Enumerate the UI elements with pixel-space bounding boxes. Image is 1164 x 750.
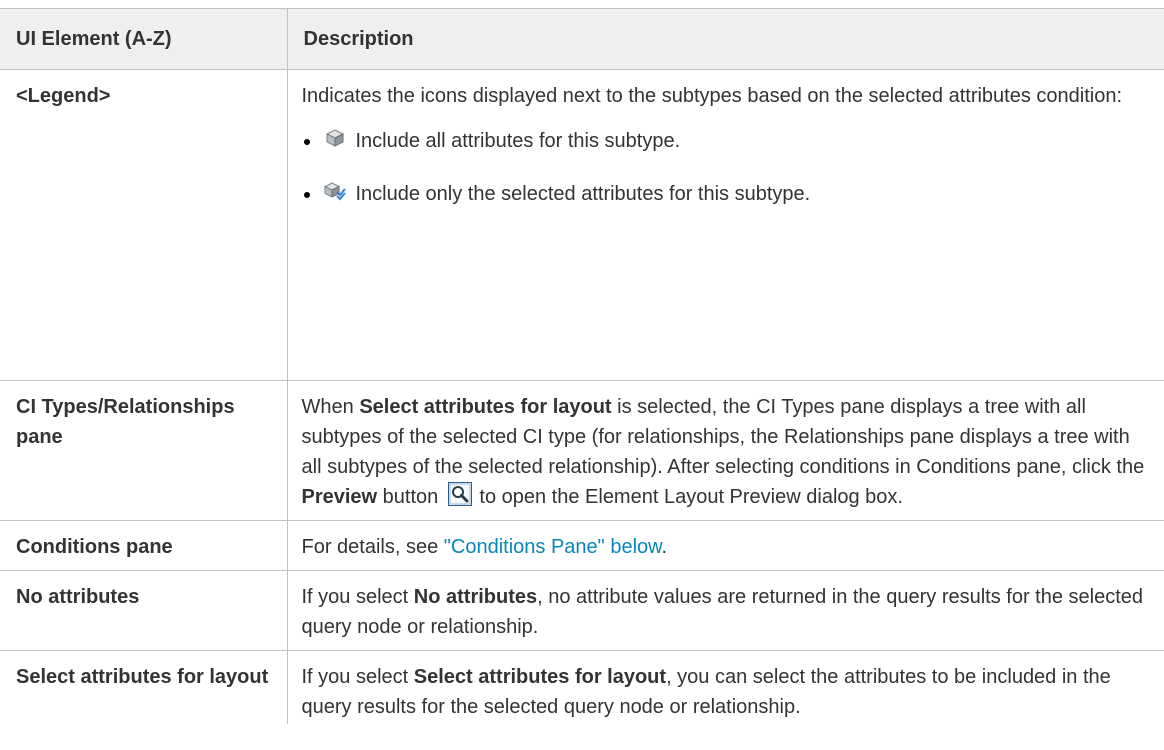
desc-text: For details, see bbox=[301, 536, 444, 558]
column-header-description: Description bbox=[286, 8, 1164, 70]
term-legend: <Legend> bbox=[0, 69, 288, 381]
cube-icon bbox=[324, 128, 346, 148]
description-no-attributes: If you select No attributes, no attribut… bbox=[286, 570, 1164, 651]
legend-list: Include all attributes for this subtype. bbox=[302, 126, 1151, 209]
desc-text: button bbox=[377, 486, 444, 508]
description-ci-types: When Select attributes for layout is sel… bbox=[286, 380, 1164, 521]
preview-magnifier-icon bbox=[447, 482, 472, 506]
bullet-dot bbox=[303, 192, 310, 198]
ui-element-table: UI Element (A-Z) Description <Legend> In… bbox=[0, 8, 1164, 724]
term-no-attributes: No attributes bbox=[0, 570, 288, 651]
legend-item-all-attributes: Include all attributes for this subtype. bbox=[302, 126, 1151, 156]
table-row-select-attributes: Select attributes for layout If you sele… bbox=[0, 650, 1164, 724]
description-conditions: For details, see "Conditions Pane" below… bbox=[286, 520, 1164, 571]
legend-intro: Indicates the icons displayed next to th… bbox=[301, 85, 1123, 107]
term-conditions: Conditions pane bbox=[0, 520, 288, 571]
desc-text: If you select bbox=[301, 666, 414, 688]
desc-text: to open the Element Layout Preview dialo… bbox=[473, 486, 903, 508]
bullet-dot bbox=[303, 139, 310, 145]
legend-item-text: Include all attributes for this subtype. bbox=[355, 130, 681, 152]
legend-item-selected-attributes: Include only the selected attributes for… bbox=[302, 179, 1151, 209]
desc-bold-option: No attributes bbox=[413, 586, 538, 608]
desc-bold-option: Select attributes for layout bbox=[359, 396, 612, 418]
desc-bold-option: Select attributes for layout bbox=[413, 666, 667, 688]
desc-bold-preview: Preview bbox=[301, 486, 378, 508]
table-header-row: UI Element (A-Z) Description bbox=[0, 8, 1164, 70]
table-row-legend: <Legend> Indicates the icons displayed n… bbox=[0, 69, 1164, 381]
column-header-ui-element: UI Element (A-Z) bbox=[0, 8, 288, 70]
table-row-ci-types: CI Types/Relationships pane When Select … bbox=[0, 380, 1164, 521]
desc-text: If you select bbox=[301, 586, 414, 608]
term-select-attributes: Select attributes for layout bbox=[0, 650, 288, 724]
desc-text: When bbox=[301, 396, 360, 418]
desc-text: . bbox=[661, 536, 668, 558]
table-row-conditions: Conditions pane For details, see "Condit… bbox=[0, 520, 1164, 571]
description-legend: Indicates the icons displayed next to th… bbox=[286, 69, 1164, 381]
cube-check-icon bbox=[323, 181, 346, 201]
term-ci-types: CI Types/Relationships pane bbox=[0, 380, 288, 521]
conditions-pane-link[interactable]: "Conditions Pane" below bbox=[444, 536, 662, 558]
description-select-attributes: If you select Select attributes for layo… bbox=[286, 650, 1164, 724]
legend-item-text: Include only the selected attributes for… bbox=[355, 183, 811, 205]
table-row-no-attributes: No attributes If you select No attribute… bbox=[0, 570, 1164, 651]
